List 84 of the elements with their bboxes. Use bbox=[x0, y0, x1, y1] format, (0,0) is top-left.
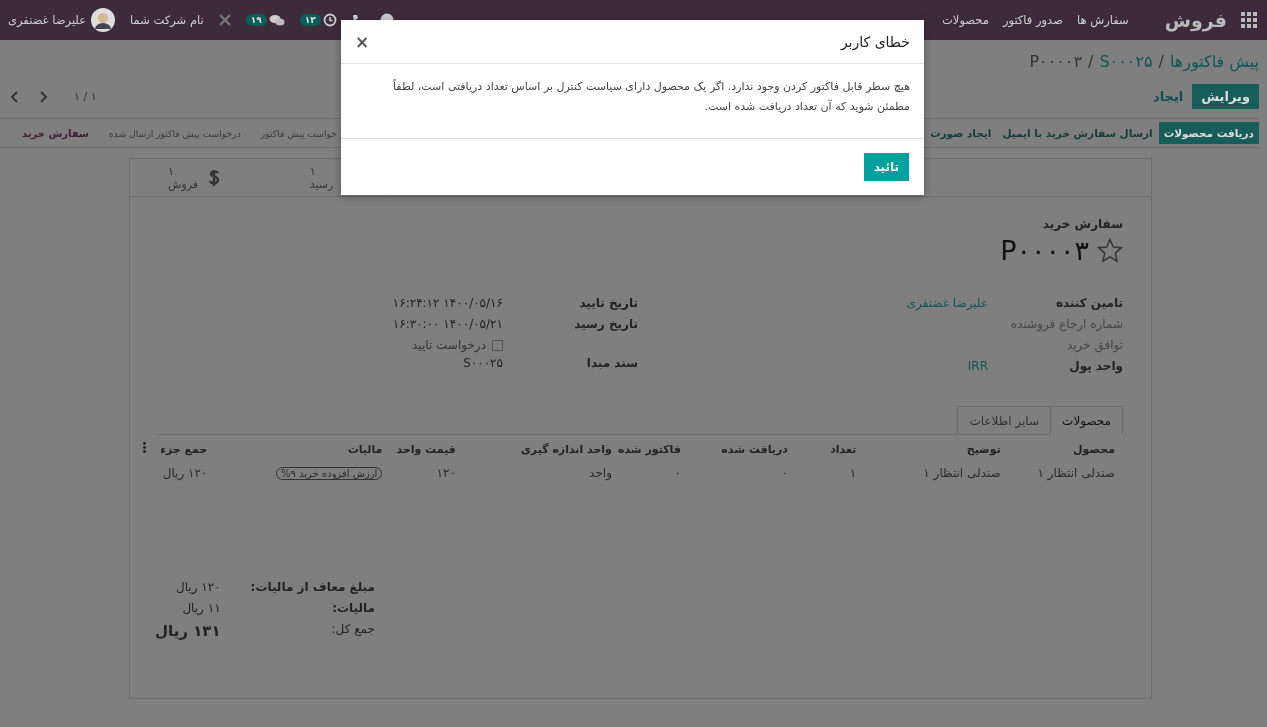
checkbox[interactable] bbox=[492, 339, 503, 351]
table-cell: ۱۲۰ ریال bbox=[162, 466, 208, 480]
clock-menu[interactable]: ۱۳ bbox=[299, 13, 337, 27]
column-header: فاکتور شده bbox=[617, 442, 681, 456]
field-label: تامین کننده bbox=[1055, 296, 1123, 312]
avatar-icon[interactable] bbox=[91, 8, 116, 32]
field-label: تاریخ رسید bbox=[574, 317, 638, 333]
menu-item[interactable]: صدور فاکتور bbox=[1002, 13, 1063, 27]
field-label: تاریخ تایید bbox=[579, 296, 638, 312]
breadcrumb-current: P۰۰۰۰۳ bbox=[1029, 52, 1083, 71]
breadcrumb-separator: / bbox=[1158, 52, 1164, 71]
user-name[interactable]: علیرضا غضنفری bbox=[8, 13, 87, 27]
column-header: واحد اندازه گیری bbox=[520, 442, 612, 456]
table-cell: صندلی انتظار ۱ bbox=[923, 466, 1001, 480]
column-header: جمع جزء bbox=[160, 442, 208, 456]
table-cell: ۰ bbox=[781, 466, 788, 480]
breadcrumb-separator: / bbox=[1088, 52, 1094, 71]
confirm-button[interactable]: تائید bbox=[863, 153, 909, 181]
column-header: توضیح bbox=[966, 442, 1001, 456]
stat-label: فروش bbox=[167, 177, 199, 191]
dialog-title: خطای کاربر bbox=[840, 33, 910, 50]
smart-button[interactable]: ۱ فروش bbox=[130, 159, 258, 196]
field-label: واحد پول bbox=[1069, 359, 1123, 376]
table-cell: ۱۲۰ bbox=[436, 466, 456, 480]
record-title: P۰۰۰۰۳ bbox=[1000, 235, 1089, 266]
total-value: ۱۲۰ ریال bbox=[174, 580, 221, 594]
company-name[interactable]: نام شرکت شما bbox=[130, 13, 204, 27]
field-label: شماره ارجاع فروشنده bbox=[1010, 317, 1123, 334]
action-button[interactable]: ایجاد صورت bbox=[925, 122, 997, 144]
menu-item[interactable]: محصولات bbox=[942, 13, 989, 27]
count-badge: ۱۳ bbox=[299, 14, 321, 26]
table-cell: صندلی انتظار ۱ bbox=[1037, 466, 1115, 480]
total-value: ۱۳۱ ریال bbox=[155, 622, 221, 640]
tab[interactable]: محصولات bbox=[1050, 406, 1123, 435]
apps-menu-icon[interactable] bbox=[1241, 12, 1257, 28]
field-link[interactable]: علیرضا غضنفری bbox=[906, 296, 988, 313]
field-value: S۰۰۰۲۵ bbox=[463, 356, 503, 372]
total-label: جمع کل: bbox=[330, 622, 375, 638]
field-label: سند مبدا bbox=[586, 356, 638, 372]
pager-value: ۱ / ۱ bbox=[74, 90, 97, 103]
stat-label: رسید bbox=[309, 177, 334, 191]
action-button[interactable]: ارسال سفارش خرید با ایمیل bbox=[997, 122, 1158, 144]
menu-item[interactable]: سفارش ها bbox=[1076, 13, 1129, 27]
error-message: هیچ سطر قابل فاکتور کردن وجود ندارد. اگر یک محصول دارای سیاست کنترل بر اساس تعداد دریافتی است، لطفاً مطمئن شوید که آن تعداد دریافت شده است. bbox=[391, 78, 910, 115]
breadcrumb-link[interactable]: S۰۰۰۲۵ bbox=[1099, 52, 1153, 71]
column-header: محصول bbox=[1072, 442, 1115, 456]
dollar-icon bbox=[208, 167, 221, 188]
total-label: مالیات: bbox=[331, 601, 375, 615]
stat-value: ۱ bbox=[309, 164, 316, 178]
field-value: ۱۴۰۰/۰۵/۲۱ ۱۶:۳۰:۰۰ bbox=[392, 317, 503, 333]
previous-icon[interactable] bbox=[10, 90, 20, 103]
status-step[interactable]: سفارش خرید bbox=[22, 127, 89, 139]
field-label: توافق خرید bbox=[1066, 338, 1123, 355]
create-button[interactable]: ایجاد bbox=[1143, 84, 1193, 109]
chat-menu[interactable]: ۱۹ bbox=[245, 13, 285, 27]
status-step[interactable]: درخواست پیش فاکتور ارسال شده bbox=[108, 127, 241, 139]
kebab-menu-icon[interactable] bbox=[143, 442, 146, 453]
breadcrumb-link[interactable]: پیش فاکتورها bbox=[1169, 52, 1259, 71]
field-value: ۱۴۰۰/۰۵/۱۶ ۱۶:۲۴:۱۲ bbox=[392, 296, 503, 312]
total-value: ۱۱ ریال bbox=[181, 601, 221, 615]
table-cell: ۰ bbox=[674, 466, 681, 480]
field-link[interactable]: IRR bbox=[967, 359, 988, 376]
count-badge: ۱۹ bbox=[245, 14, 267, 26]
app-name: فروش bbox=[1164, 9, 1227, 31]
close-button[interactable]: × bbox=[355, 31, 370, 52]
action-button[interactable]: دریافت محصولات bbox=[1158, 122, 1259, 144]
table-cell: واحد bbox=[589, 466, 612, 480]
total-label: مبلغ معاف از مالیات: bbox=[249, 580, 375, 594]
chat-icon bbox=[268, 13, 285, 27]
column-header: قیمت واحد bbox=[396, 442, 456, 456]
checkbox-label: درخواست تایید bbox=[412, 338, 486, 352]
close-icon[interactable] bbox=[218, 14, 231, 26]
tab[interactable]: سایر اطلاعات bbox=[957, 406, 1051, 434]
status-step[interactable]: خواست پیش فاکتور bbox=[260, 127, 337, 139]
stat-value: ۱ bbox=[167, 164, 174, 178]
column-header: دریافت شده bbox=[721, 442, 788, 456]
next-icon[interactable] bbox=[38, 90, 48, 103]
edit-button[interactable]: ویرایش bbox=[1192, 84, 1259, 109]
table-cell: ۱ bbox=[849, 466, 857, 480]
clock-icon bbox=[322, 13, 337, 27]
column-header: تعداد bbox=[830, 442, 857, 456]
form-subtitle: سفارش خرید bbox=[1041, 217, 1123, 231]
star-icon[interactable] bbox=[1097, 238, 1123, 263]
column-header: مالیات bbox=[347, 442, 383, 456]
